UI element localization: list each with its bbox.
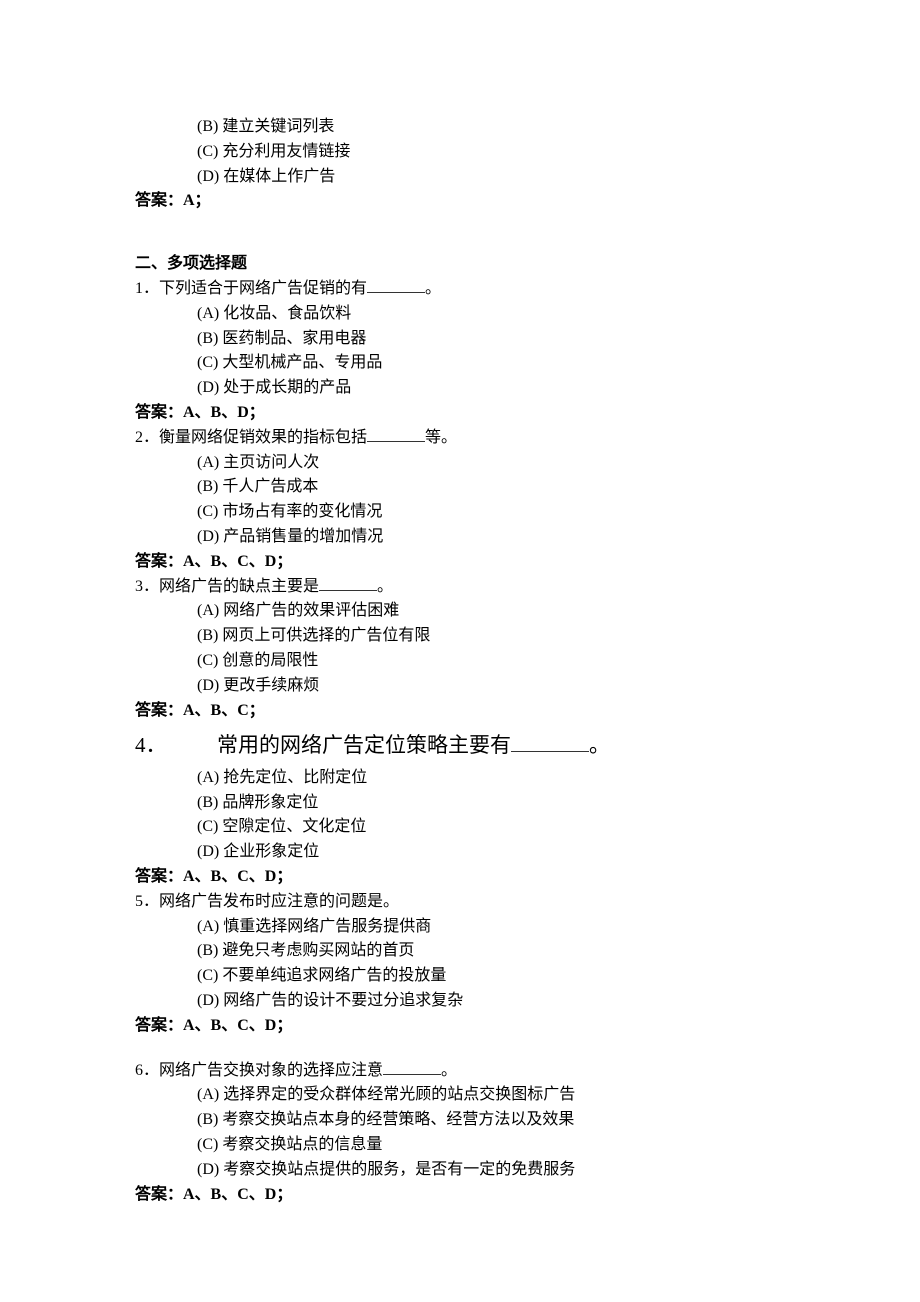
q6-stem-post: 。 [441,1062,457,1079]
q1-stem: 1．下列适合于网络广告促销的有 。 [135,277,785,302]
q2-option-b: (B) 千人广告成本 [135,475,785,500]
q6-answer: 答案：A、B、C、D； [135,1183,785,1208]
q2-option-d: (D) 产品销售量的增加情况 [135,525,785,550]
q2-answer: 答案：A、B、C、D； [135,550,785,575]
q3-stem-post: 。 [377,578,393,595]
q4-stem: 4．常用的网络广告定位策略主要有 。 [135,729,785,762]
q4-option-d: (D) 企业形象定位 [135,840,785,865]
q2-stem-pre: 2．衡量网络促销效果的指标包括 [135,429,367,446]
q4-stem-pre: 常用的网络广告定位策略主要有 [217,733,511,757]
q2-option-c: (C) 市场占有率的变化情况 [135,500,785,525]
q1-stem-pre: 1．下列适合于网络广告促销的有 [135,280,367,297]
q3-option-c: (C) 创意的局限性 [135,649,785,674]
q5-option-c: (C) 不要单纯追求网络广告的投放量 [135,964,785,989]
q1-option-b: (B) 医药制品、家用电器 [135,327,785,352]
q4-stem-post: 。 [589,733,610,757]
q1-option-c: (C) 大型机械产品、专用品 [135,351,785,376]
q5-option-b: (B) 避免只考虑购买网站的首页 [135,939,785,964]
q1-option-d: (D) 处于成长期的产品 [135,376,785,401]
blank [319,590,377,591]
q6-option-b: (B) 考察交换站点本身的经营策略、经营方法以及效果 [135,1108,785,1133]
q5-option-d: (D) 网络广告的设计不要过分追求复杂 [135,989,785,1014]
q5-stem: 5．网络广告发布时应注意的问题是。 [135,890,785,915]
q3-stem-pre: 3．网络广告的缺点主要是 [135,578,319,595]
q1-stem-post: 。 [425,280,441,297]
q3-option-b: (B) 网页上可供选择的广告位有限 [135,624,785,649]
q4-number: 4． [135,729,217,762]
q3-answer: 答案：A、B、C； [135,699,785,724]
q2-stem: 2．衡量网络促销效果的指标包括 等。 [135,426,785,451]
q3-option-d: (D) 更改手续麻烦 [135,674,785,699]
q4-option-b: (B) 品牌形象定位 [135,791,785,816]
q5-answer: 答案：A、B、C、D； [135,1014,785,1039]
q2-stem-post: 等。 [425,429,457,446]
q6-stem-pre: 6．网络广告交换对象的选择应注意 [135,1062,383,1079]
q4-answer: 答案：A、B、C、D； [135,865,785,890]
blank [511,751,589,752]
prev-option-b: (B) 建立关键词列表 [135,115,785,140]
blank [383,1074,441,1075]
q1-answer: 答案：A、B、D； [135,401,785,426]
q4-option-a: (A) 抢先定位、比附定位 [135,766,785,791]
q3-stem: 3．网络广告的缺点主要是 。 [135,575,785,600]
prev-answer: 答案：A； [135,189,785,214]
q6-option-d: (D) 考察交换站点提供的服务，是否有一定的免费服务 [135,1158,785,1183]
blank [367,292,425,293]
q6-option-a: (A) 选择界定的受众群体经常光顾的站点交换图标广告 [135,1083,785,1108]
q5-option-a: (A) 慎重选择网络广告服务提供商 [135,915,785,940]
q4-option-c: (C) 空隙定位、文化定位 [135,815,785,840]
q6-option-c: (C) 考察交换站点的信息量 [135,1133,785,1158]
q3-option-a: (A) 网络广告的效果评估困难 [135,599,785,624]
prev-option-d: (D) 在媒体上作广告 [135,165,785,190]
q1-option-a: (A) 化妆品、食品饮料 [135,302,785,327]
prev-option-c: (C) 充分利用友情链接 [135,140,785,165]
section-2-title: 二、多项选择题 [135,252,785,277]
q6-stem: 6．网络广告交换对象的选择应注意 。 [135,1059,785,1084]
q2-option-a: (A) 主页访问人次 [135,451,785,476]
blank [367,441,425,442]
